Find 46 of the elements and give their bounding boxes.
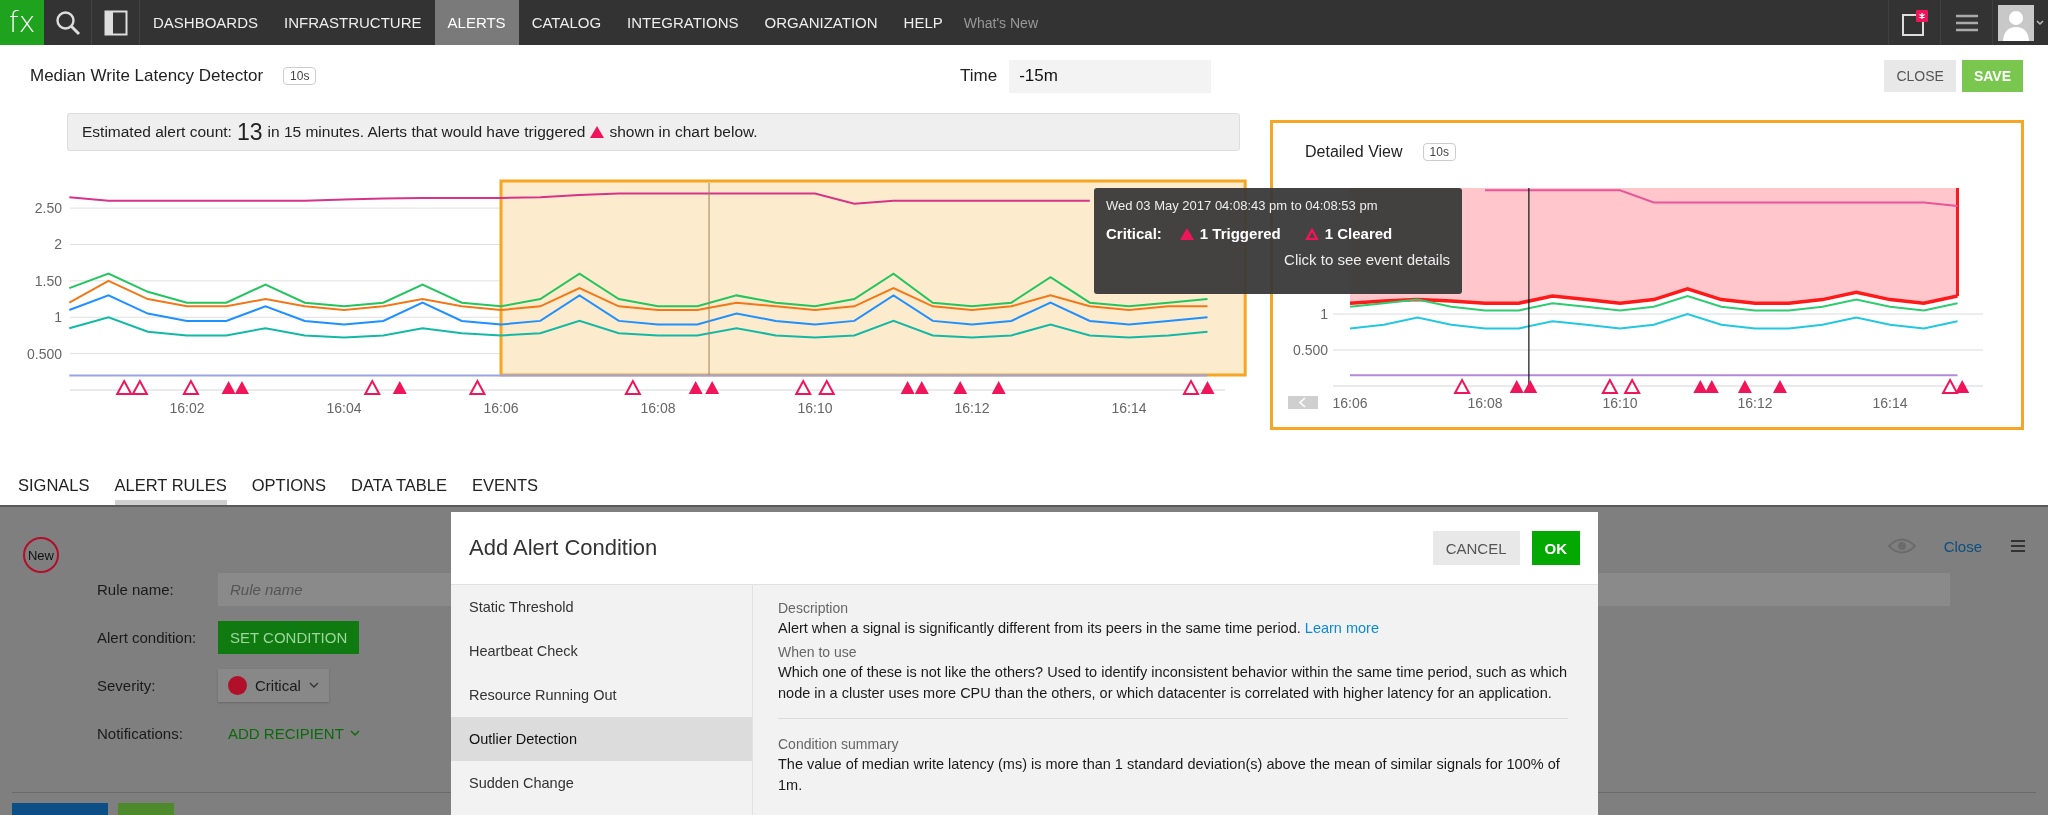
axis-label: 0.500 (26, 345, 62, 362)
severity-label: Critical: (1106, 225, 1162, 242)
detector-title: Median Write Latency Detector (30, 66, 264, 86)
new-badge: New (23, 537, 59, 573)
axis-label: 1 (54, 309, 62, 326)
axis-label: 16:06 (483, 400, 519, 416)
tooltip-hint: Click to see event details (1283, 251, 1450, 268)
severity-value: Critical (255, 676, 301, 694)
axis-label: 16:02 (169, 400, 205, 416)
axis-label: 16:10 (1602, 395, 1638, 411)
time-label: Time (960, 66, 998, 86)
axis-label: 16:12 (1737, 395, 1773, 411)
banner-text: shown in chart below. (609, 123, 758, 141)
field-label: Severity: (97, 676, 157, 694)
axis-label: 16:04 (326, 400, 362, 416)
triggered-count: 1 Triggered (1199, 225, 1281, 242)
cleared-count: 1 Cleared (1324, 225, 1393, 242)
section-text: Which one of these is not like the others? Used to identify inconsistent behavior within the same time period, such as which node in a cluster uses more CPU than the others, or which datacenter is correlated with higher latency for an application. (778, 663, 1569, 703)
field-label: Rule name: (97, 580, 175, 598)
axis-label: 16:08 (640, 400, 676, 416)
axis-label: 2 (54, 236, 62, 253)
dialog-title: Add Alert Condition (469, 535, 658, 561)
section-heading: Description (778, 600, 850, 616)
axis-label: 16:14 (1111, 400, 1147, 416)
resolution-badge: 10s (283, 67, 317, 85)
section-heading: Condition summary (778, 736, 900, 752)
banner-text: in 15 minutes. Alerts that would have triggered (267, 123, 586, 141)
axis-label: 1 (1320, 306, 1328, 322)
axis-label: 16:10 (797, 400, 833, 416)
axis-label: 0.500 (1292, 342, 1328, 358)
detailed-view-title: Detailed View (1305, 143, 1403, 161)
field-label: Notifications: (97, 724, 184, 742)
tooltip-time-range: Wed 03 May 2017 04:08:43 pm to 04:08:53 pm (1106, 198, 1379, 213)
axis-label: 16:14 (1872, 395, 1908, 411)
banner-text: Estimated alert count: (82, 123, 232, 141)
axis-label: 16:12 (954, 400, 990, 416)
section-text: Alert when a signal is significantly different from its peers in the same time period. Learn more (778, 619, 1380, 638)
section-heading: When to use (778, 644, 858, 660)
axis-label: 16:08 (1467, 395, 1503, 411)
alert-count: 13 (236, 118, 263, 146)
axis-label: 1.50 (34, 272, 62, 289)
resolution-badge: 10s (1422, 143, 1456, 161)
axis-label: 16:06 (1332, 395, 1368, 411)
field-label: Alert condition: (97, 628, 198, 646)
axis-label: 2.50 (34, 200, 62, 217)
section-text: The value of median write latency (ms) is more than 1 standard deviation(s) above the mean of similar signals for 100% of 1m. (778, 755, 1561, 795)
